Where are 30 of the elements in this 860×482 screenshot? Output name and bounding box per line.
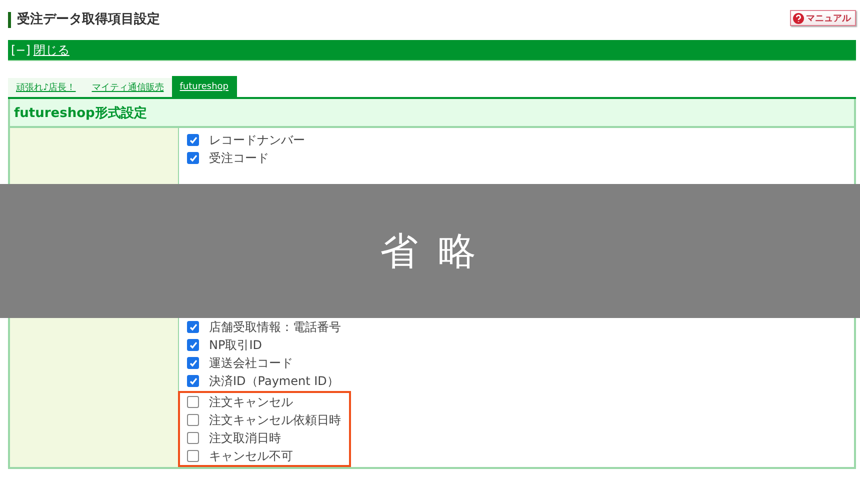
checkbox[interactable] [187, 152, 199, 164]
checkbox[interactable] [187, 357, 199, 369]
tab[interactable]: マイティ通信販売 [84, 78, 172, 97]
checkbox-label: NP取引ID [209, 336, 262, 354]
checkbox-label: レコードナンバー [209, 132, 305, 148]
checkbox[interactable] [187, 450, 199, 462]
checkbox[interactable] [187, 432, 199, 444]
checkbox-label: 注文キャンセル依頼日時 [209, 412, 341, 428]
checkbox-label: 注文取消日時 [209, 430, 281, 446]
tab[interactable]: futureshop [172, 76, 237, 97]
checkbox[interactable] [187, 375, 199, 387]
checkbox[interactable] [187, 414, 199, 426]
page-title: 受注データ取得項目設定 [8, 12, 160, 28]
section-title: futureshop形式設定 [10, 99, 854, 128]
tab[interactable]: 頑張れ♪店長！ [8, 78, 84, 97]
checkbox[interactable] [187, 396, 199, 408]
checkbox-label: キャンセル不可 [209, 448, 293, 464]
checkbox-label: 注文キャンセル [209, 394, 293, 410]
omission-banner: 省 略 [0, 184, 860, 318]
checkbox[interactable] [187, 339, 199, 351]
checkbox[interactable] [187, 321, 199, 333]
checkbox[interactable] [187, 134, 199, 146]
checkbox-label: 決済ID（Payment ID） [209, 372, 339, 390]
help-icon [793, 12, 804, 24]
checkbox-label: 店舗受取情報：電話番号 [209, 318, 341, 336]
close-link[interactable]: 閉じる [33, 42, 70, 58]
manual-button[interactable]: マニュアル [790, 10, 856, 26]
checkbox-label: 運送会社コード [209, 354, 293, 372]
collapse-bracket: [−] [11, 43, 30, 57]
checkbox-label: 受注コード [209, 150, 269, 166]
